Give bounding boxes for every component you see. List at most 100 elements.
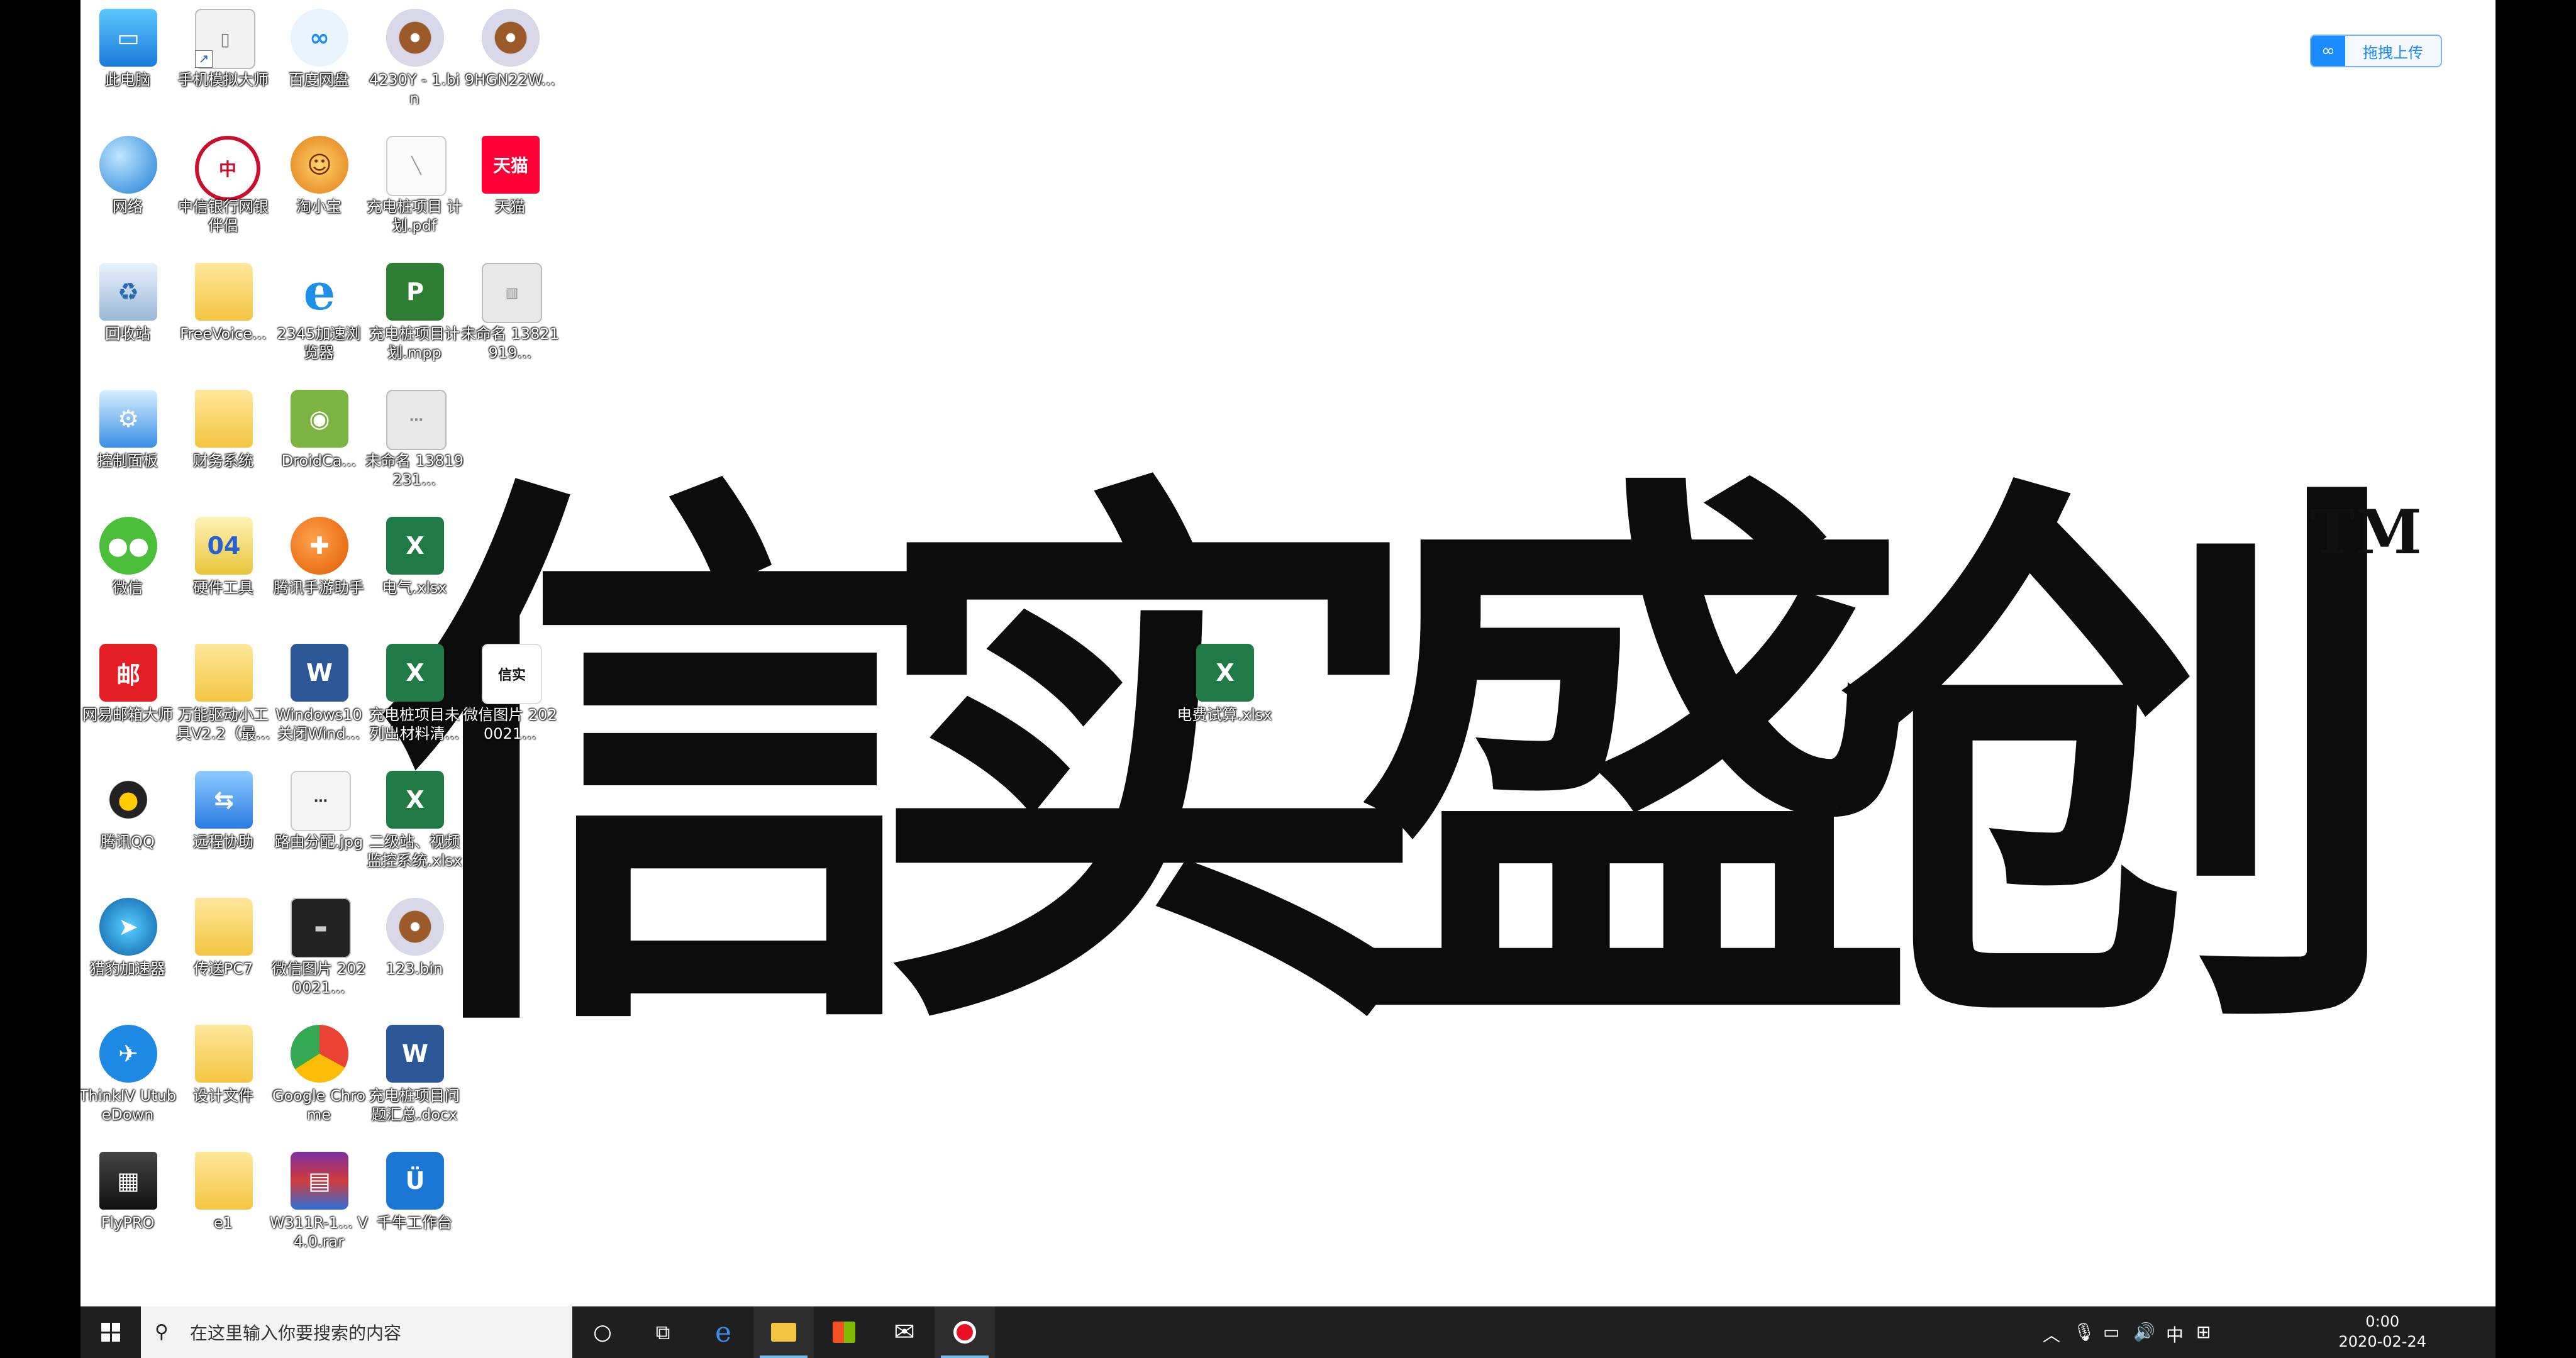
desktop-icon-pdf-plan[interactable]: ╲ 充电桩项目 计划.pdf xyxy=(367,127,462,250)
windows-logo-icon xyxy=(101,1323,120,1342)
excel-file-icon: X xyxy=(1196,644,1254,702)
chevron-up-icon[interactable]: ︿ xyxy=(2043,1322,2060,1347)
desktop-icon-tencent-game-assistant[interactable]: ✚ 腾讯手游助手 xyxy=(272,508,366,631)
file-explorer-button[interactable] xyxy=(753,1306,814,1358)
desktop-icon-recycle-bin[interactable]: ♻ 回收站 xyxy=(80,254,175,377)
task-view-button[interactable]: ⧉ xyxy=(633,1306,693,1358)
remote-assist-icon: ⇆ xyxy=(195,771,253,829)
recycle-bin-icon: ♻ xyxy=(99,263,157,321)
desktop-icon-finance-system[interactable]: 财务系统 xyxy=(176,381,270,504)
desktop-icon-wechat-image-2[interactable]: ▬ 微信图片 2020021... xyxy=(272,889,366,1012)
icon-label: Google Chrome xyxy=(272,1087,366,1123)
desktop-icon-driver-tool[interactable]: 万能驱动小工 具V2.2（最... xyxy=(176,635,270,758)
desktop-icon-untitled-2[interactable]: ⋯ 未命名 13819231... xyxy=(365,381,464,504)
shortcut-arrow-icon: ↗ xyxy=(195,50,213,68)
desktop-icon-bin-file-1[interactable]: 4230Y - 1.bin xyxy=(367,0,462,123)
desktop-icon-wechat-image-1[interactable]: 信实 微信图片 2020021... xyxy=(463,635,557,758)
desktop-icon-router-jpg[interactable]: ⋯ 路由分配.jpg xyxy=(272,762,366,885)
clock-date: 2020-02-24 xyxy=(2338,1333,2426,1350)
image-file-icon: ⋯ xyxy=(291,771,351,831)
ms-project-icon: P xyxy=(386,263,444,321)
desktop-icon-citic-bank[interactable]: 中 中信银行网银 伴侣 xyxy=(176,127,270,250)
desktop-icon-electric-xlsx[interactable]: X 电气.xlsx xyxy=(367,508,462,631)
taskbar-search-box[interactable]: ⚲ 在这里输入你要搜索的内容 xyxy=(141,1306,572,1358)
upload-label: 拖拽上传 xyxy=(2363,43,2423,62)
desktop-icon-netease-mail[interactable]: 邮 网易邮箱大师 xyxy=(80,635,175,758)
desktop-icon-network[interactable]: 网络 xyxy=(80,127,175,250)
monkey-icon: ☺ xyxy=(291,136,348,194)
pdf-file-icon: ╲ xyxy=(386,136,447,196)
excel-file-icon: X xyxy=(386,771,444,829)
desktop-icon-qianniu[interactable]: Ü 千牛工作台 xyxy=(367,1143,462,1266)
desktop-icon-windows10-doc[interactable]: W Windows10 关闭Wind... xyxy=(272,635,366,758)
icon-label: 9HGN22W... xyxy=(464,71,556,89)
desktop-icon-droidcam[interactable]: ◉ DroidCa... xyxy=(272,381,366,504)
mail-button[interactable]: ✉ xyxy=(874,1306,935,1358)
folder-icon xyxy=(195,644,253,702)
desktop-icon-123-bin[interactable]: 123.bin xyxy=(367,889,462,1012)
icon-label: 微信图片 2020021... xyxy=(463,706,557,742)
icon-label: 充电桩项目计 划.mpp xyxy=(369,325,460,362)
icon-label: 电费试算.xlsx xyxy=(1177,706,1272,724)
clock[interactable]: 0:00 2020-02-24 xyxy=(2339,1311,2426,1352)
task-view-icon: ⧉ xyxy=(655,1320,670,1344)
desktop-icon-control-panel[interactable]: ⚙ 控制面板 xyxy=(80,381,175,504)
desktop-icon-phone-emulator[interactable]: ▯ ↗ 手机模拟大师 xyxy=(176,0,270,123)
icon-label: 网络 xyxy=(113,198,143,216)
desktop-icon-google-chrome[interactable]: Google Chrome xyxy=(272,1016,366,1139)
cortana-button[interactable]: ○ xyxy=(572,1306,633,1358)
disc-image-icon xyxy=(482,9,540,67)
desktop-icon-taoxiaobao[interactable]: ☺ 淘小宝 xyxy=(272,127,366,250)
drag-upload-button[interactable]: ∞ 拖拽上传 xyxy=(2310,35,2442,67)
start-button[interactable] xyxy=(80,1306,141,1358)
volume-icon[interactable]: 🔊 xyxy=(2133,1322,2155,1342)
desktop-icon-issues-docx[interactable]: W 充电桩项目问 题汇总.docx xyxy=(367,1016,462,1139)
desktop-icon-utubedown[interactable]: ✈ ThinkIV UtubeDown xyxy=(80,1016,176,1139)
ime-indicator[interactable]: 中 xyxy=(2166,1322,2184,1347)
recorder-icon xyxy=(953,1321,976,1344)
desktop-icon-flypro[interactable]: ▦ FlyPRO xyxy=(80,1143,175,1266)
icon-label: 充电桩项目未 列出材料清... xyxy=(369,706,460,742)
desktop-icon-wechat[interactable]: ●● 微信 xyxy=(80,508,175,631)
store-button[interactable] xyxy=(814,1306,874,1358)
desktop-icon-e1[interactable]: e1 xyxy=(176,1143,270,1266)
icon-label: DroidCa... xyxy=(281,452,357,470)
citic-bank-icon: 中 xyxy=(195,136,260,201)
chip-icon: ▦ xyxy=(99,1152,157,1210)
desktop-icon-video-system-xlsx[interactable]: X 二级站、视频 监控系统.xlsx xyxy=(367,762,462,885)
dove-icon: ✈ xyxy=(99,1025,157,1083)
folder-icon xyxy=(195,263,253,321)
logo-char-3: 盛 xyxy=(1353,438,1919,1096)
desktop-icon-freevoice[interactable]: FreeVoice... xyxy=(176,254,270,377)
desktop-icon-tmall[interactable]: 天猫 天猫 xyxy=(463,127,557,250)
desktop-icon-design-files[interactable]: 设计文件 xyxy=(176,1016,270,1139)
desktop-icon-transfer-pc7[interactable]: 传送PC7 xyxy=(176,889,270,1012)
desktop-icon-this-pc[interactable]: ▭ 此电脑 xyxy=(80,0,175,123)
system-tray: ︿ 🎙 ▭ 🔊 中 ⊞ 0:00 2020-02-24 xyxy=(2043,1306,2496,1358)
edge-button[interactable]: e xyxy=(693,1306,753,1358)
network-status-icon[interactable]: ▭ xyxy=(2103,1322,2119,1342)
desktop-icon-2345-browser[interactable]: e 2345加速浏 览器 xyxy=(272,254,366,377)
desktop-icon-untitled-1[interactable]: ▥ 未命名 13821919... xyxy=(461,254,559,377)
desktop-icon-remote-assist[interactable]: ⇆ 远程协助 xyxy=(176,762,270,885)
winrar-archive-icon: ▤ xyxy=(291,1152,348,1210)
desktop-icon-mpp-plan[interactable]: P 充电桩项目计 划.mpp xyxy=(367,254,462,377)
desktop-icon-bin-file-2[interactable]: 9HGN22W... xyxy=(463,0,557,123)
microphone-icon[interactable]: 🎙 xyxy=(2073,1322,2096,1342)
desktop-icon-materials-xlsx[interactable]: X 充电桩项目未 列出材料清... xyxy=(367,635,462,758)
clock-time: 0:00 xyxy=(2365,1313,2400,1330)
desktop-icon-rar-file[interactable]: ▤ W311R-1... V4.0.rar xyxy=(269,1143,369,1266)
desktop-icon-hardware-tools[interactable]: 04 硬件工具 xyxy=(176,508,270,631)
desktop-icon-electricity-calc-xlsx[interactable]: X 电费试算.xlsx xyxy=(1177,635,1272,758)
desktop-icon-qq[interactable]: ● 腾讯QQ xyxy=(80,762,175,885)
desktop-icon-accelerator[interactable]: ➤ 猎豹加速器 xyxy=(80,889,175,1012)
desktop-icon-baidu-netdisk[interactable]: ∞ 百度网盘 xyxy=(272,0,366,123)
icon-label: W311R-1... V4.0.rar xyxy=(269,1214,369,1250)
disc-image-icon xyxy=(386,898,444,956)
baidu-cloud-icon: ∞ xyxy=(2311,36,2345,66)
folder-icon xyxy=(195,898,253,956)
icon-label: 手机模拟大师 xyxy=(178,71,269,89)
ime-mode-icon[interactable]: ⊞ xyxy=(2196,1322,2211,1342)
recorder-button[interactable] xyxy=(935,1306,995,1358)
icon-label: e1 xyxy=(213,1214,233,1232)
